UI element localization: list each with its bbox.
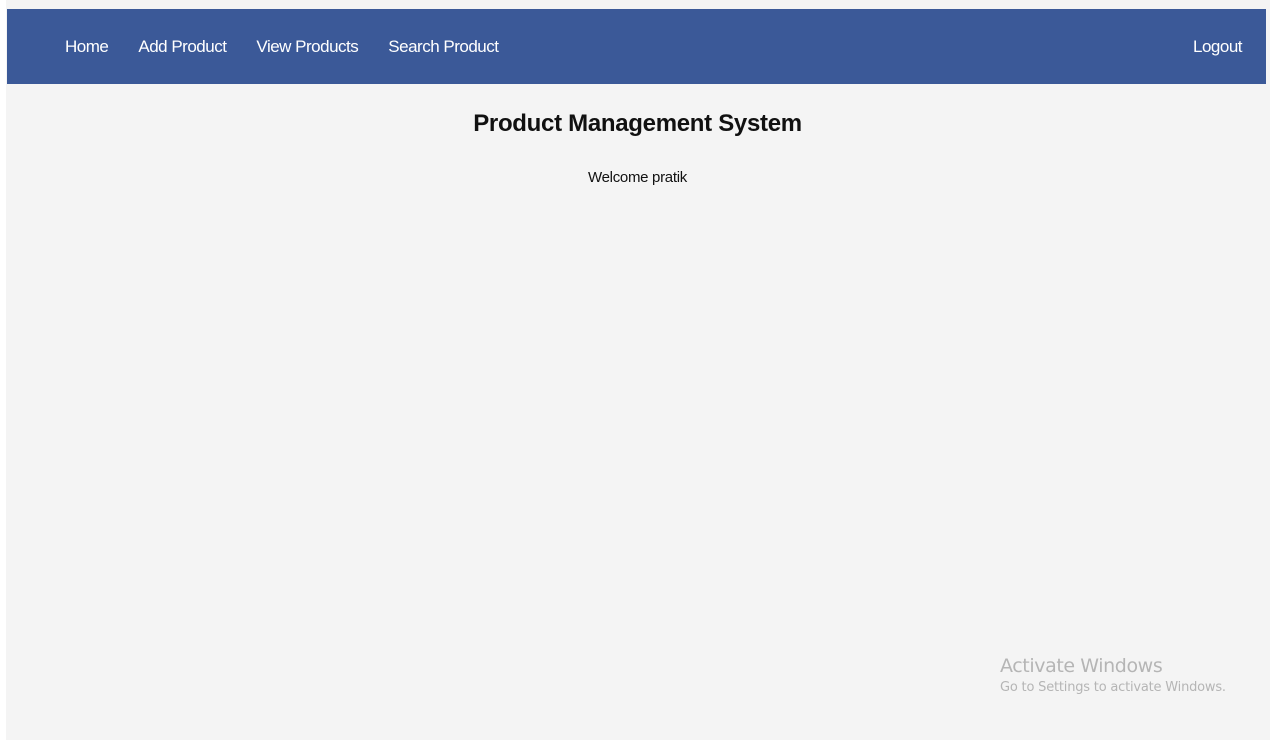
logout-link[interactable]: Logout bbox=[1193, 37, 1243, 57]
watermark-title: Activate Windows bbox=[1000, 655, 1163, 677]
watermark-subtitle: Go to Settings to activate Windows. bbox=[1000, 680, 1226, 695]
welcome-message: Welcome pratik bbox=[588, 169, 687, 186]
activate-windows-watermark: Activate Windows Go to Settings to activ… bbox=[1000, 654, 1260, 698]
nav-search-product-link[interactable]: Search Product bbox=[388, 37, 499, 57]
nav-links: Home Add Product View Products Search Pr… bbox=[7, 9, 528, 84]
page-title: Product Management System bbox=[473, 110, 802, 137]
nav-right: Logout bbox=[1193, 9, 1243, 84]
nav-view-products-link[interactable]: View Products bbox=[256, 37, 358, 57]
top-navbar: Home Add Product View Products Search Pr… bbox=[7, 9, 1266, 84]
nav-home-link[interactable]: Home bbox=[65, 37, 109, 57]
nav-add-product-link[interactable]: Add Product bbox=[138, 37, 227, 57]
